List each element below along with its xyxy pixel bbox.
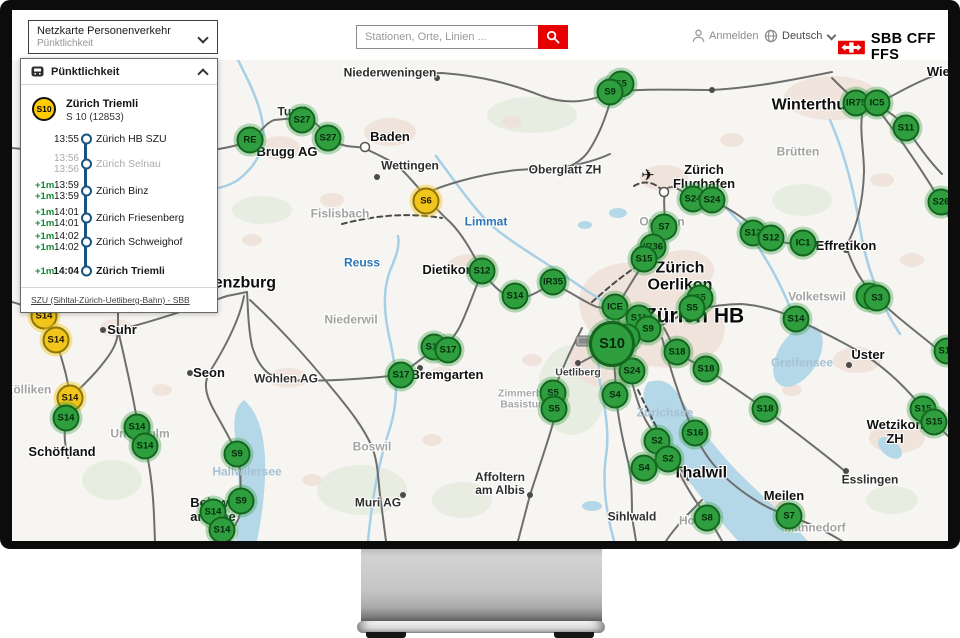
line-badge-s17[interactable]: S17 <box>388 362 415 389</box>
language-label: Deutsch <box>782 30 822 42</box>
line-badge-s14[interactable]: S14 <box>502 283 529 310</box>
timeline-node <box>81 213 92 224</box>
stop-row: +1m14:04Zürich Triemli <box>21 259 217 283</box>
line-badge-s9[interactable]: S9 <box>224 441 251 468</box>
train-line-badge: S10 <box>32 97 56 121</box>
line-badge-s9[interactable]: S9 <box>228 488 255 515</box>
panel-title: Pünktlichkeit <box>51 66 119 78</box>
timeline-node <box>81 237 92 248</box>
line-badge-s4[interactable]: S4 <box>602 382 629 409</box>
stop-row: +1m+1m14:0114:01Zürich Friesenberg <box>21 206 217 230</box>
stop-name: Zürich Binz <box>96 185 149 197</box>
train-title: Zürich Triemli <box>66 98 138 110</box>
line-badge-s5[interactable]: S5 <box>541 396 568 423</box>
person-icon <box>692 29 705 43</box>
line-badge-s14[interactable]: S14 <box>209 517 236 542</box>
monitor-foot <box>366 632 406 638</box>
chevron-down-icon <box>827 30 837 40</box>
line-badge-s6[interactable]: S6 <box>413 188 440 215</box>
panel-header[interactable]: Pünktlichkeit <box>21 59 217 85</box>
chevron-up-icon <box>197 68 208 79</box>
line-badge-s5[interactable]: S5 <box>679 295 706 322</box>
line-badge-s12[interactable]: S12 <box>469 258 496 285</box>
line-badge-s7[interactable]: S7 <box>776 503 803 530</box>
stop-name: Zürich Triemli <box>96 265 165 277</box>
line-badge-s18[interactable]: S18 <box>693 356 720 383</box>
stop-row: +1m+1m13:5913:59Zürich Binz <box>21 179 217 203</box>
layer-select-dropdown[interactable]: Netzkarte Personenverkehr Pünktlichkeit <box>28 20 218 54</box>
line-badge-s15[interactable]: S15 <box>921 409 948 436</box>
line-badge-s8[interactable]: S8 <box>694 505 721 532</box>
timeline-node <box>81 266 92 277</box>
timeline-node <box>81 134 92 145</box>
line-badge-ic5[interactable]: IC5 <box>864 90 891 117</box>
line-badge-s12[interactable]: S12 <box>758 225 785 252</box>
login-button[interactable]: Anmelden <box>692 29 759 43</box>
line-badge-s18[interactable]: S18 <box>752 396 779 423</box>
line-badge-s24[interactable]: S24 <box>699 187 726 214</box>
sbb-logo: SBB CFF FFS <box>838 31 948 63</box>
timeline-node <box>81 159 92 170</box>
sbb-arrows-icon <box>838 39 865 56</box>
punctuality-panel: Pünktlichkeit S10 Zürich Triemli S 10 (1… <box>20 58 218 313</box>
monitor-stand-neck <box>361 549 602 622</box>
app-header: Netzkarte Personenverkehr Pünktlichkeit <box>12 10 948 60</box>
line-badge-s3[interactable]: S3 <box>864 285 891 312</box>
line-badge-s14[interactable]: S14 <box>43 327 70 354</box>
line-badge-ic1[interactable]: IC1 <box>790 230 817 257</box>
stop-row: 13:5613:56Zürich Selnau <box>21 152 217 176</box>
search-bar <box>356 25 568 49</box>
line-badge-s27[interactable]: S27 <box>315 125 342 152</box>
train-number: S 10 (12853) <box>66 112 124 123</box>
login-label: Anmelden <box>709 30 759 42</box>
stop-name: Zürich HB SZU <box>96 133 167 145</box>
line-badge-s18[interactable]: S18 <box>664 339 691 366</box>
line-badge-s9[interactable]: S9 <box>597 79 624 106</box>
search-input[interactable] <box>356 25 538 49</box>
line-badge-s14[interactable]: S14 <box>132 433 159 460</box>
stop-name: Zürich Selnau <box>96 158 161 170</box>
globe-icon <box>764 29 778 43</box>
stop-row: 13:55Zürich HB SZU <box>21 127 217 151</box>
language-selector[interactable]: Deutsch <box>764 29 835 43</box>
layer-select-title: Netzkarte Personenverkehr <box>37 24 209 38</box>
search-icon <box>546 30 560 44</box>
line-badge-ice[interactable]: ICE <box>602 294 629 321</box>
line-badge-s27[interactable]: S27 <box>289 107 316 134</box>
line-badge-re[interactable]: RE <box>237 127 264 154</box>
line-badge-s14[interactable]: S14 <box>783 306 810 333</box>
line-badge-s16[interactable]: S16 <box>682 420 709 447</box>
stop-name: Zürich Schweighof <box>96 236 182 248</box>
layer-select-subtitle: Pünktlichkeit <box>37 38 209 50</box>
line-badge-s4[interactable]: S4 <box>631 455 658 482</box>
line-badge-s11[interactable]: S11 <box>893 115 920 142</box>
timeline-node <box>81 186 92 197</box>
monitor-frame: NiederweningenTurgiBadenBrugg AGWettinge… <box>0 0 960 549</box>
line-badge-s14[interactable]: S14 <box>53 405 80 432</box>
sbb-logo-text: SBB CFF FFS <box>871 31 948 63</box>
screen: NiederweningenTurgiBadenBrugg AGWettinge… <box>12 10 948 541</box>
search-button[interactable] <box>538 25 568 49</box>
line-badge-s26[interactable]: S26 <box>928 189 949 216</box>
stop-row: +1m+1m14:0214:02Zürich Schweighof <box>21 230 217 254</box>
line-badge-s2[interactable]: S2 <box>655 446 682 473</box>
line-badge-s10[interactable]: S10 <box>589 321 635 367</box>
stop-name: Zürich Friesenberg <box>96 212 184 224</box>
line-badge-ir35[interactable]: IR35 <box>540 269 567 296</box>
train-icon <box>31 66 44 77</box>
panel-footer: SZU (Sihltal-Zürich-Uetliberg-Bahn) - SB… <box>21 287 217 312</box>
monitor-foot <box>554 632 594 638</box>
line-badge-s15[interactable]: S15 <box>631 246 658 273</box>
operator-link[interactable]: SZU (Sihltal-Zürich-Uetliberg-Bahn) - SB… <box>31 295 190 305</box>
line-badge-s17[interactable]: S17 <box>435 337 462 364</box>
